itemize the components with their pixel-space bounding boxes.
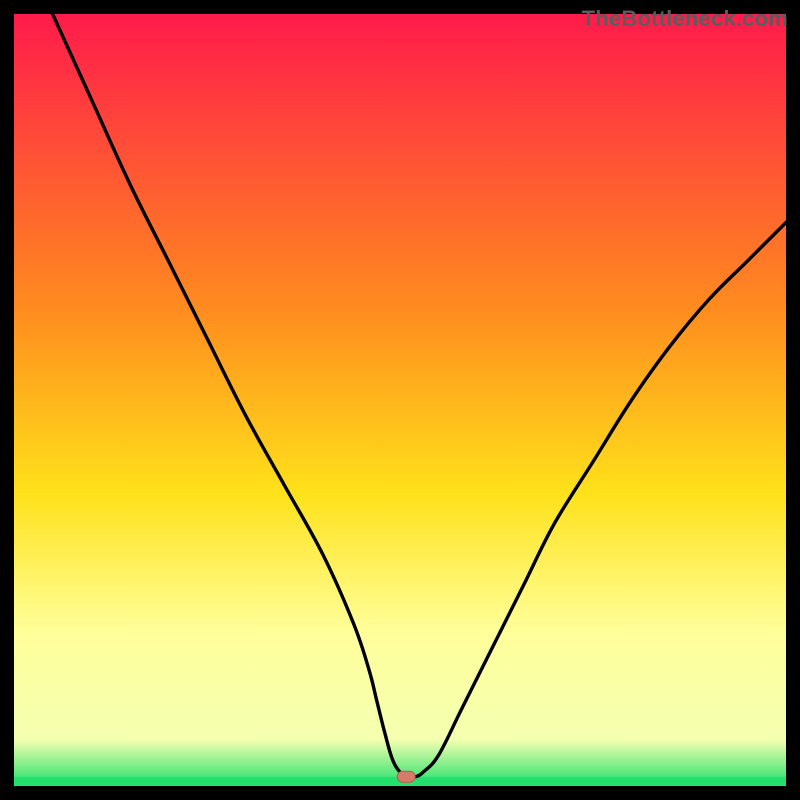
optimum-marker [397,771,415,782]
chart-stage: TheBottleneck.com [0,0,800,800]
gradient-background [14,14,786,786]
chart-svg [14,14,786,786]
watermark-label: TheBottleneck.com [582,6,788,32]
plot-area [14,14,786,786]
